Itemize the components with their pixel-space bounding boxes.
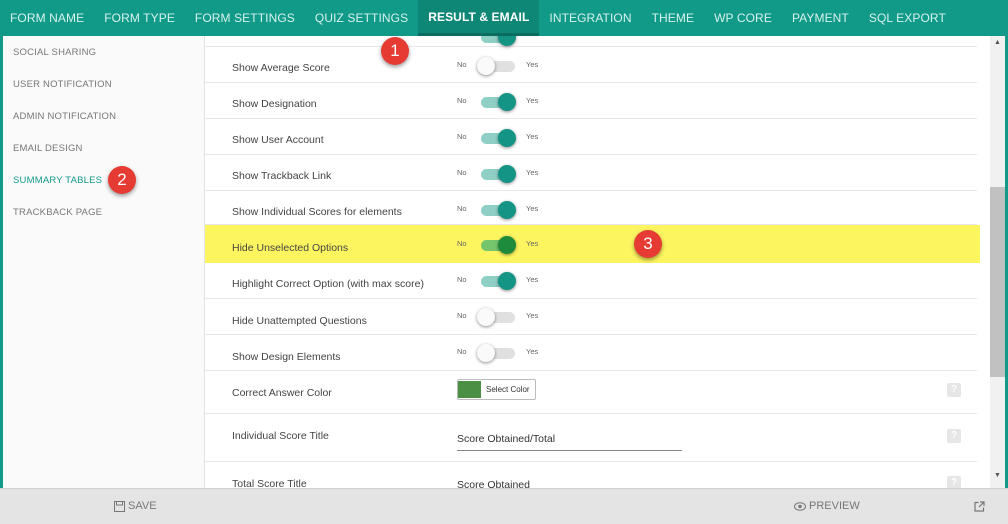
toggle-yes-label: Yes — [526, 347, 539, 356]
sidebar-item-admin-notification[interactable]: ADMIN NOTIFICATION — [3, 101, 204, 133]
toggle-knob — [498, 93, 516, 111]
setting-label: Hide Unselected Options — [232, 242, 349, 254]
toggle-no-label: No — [457, 60, 467, 69]
tab-wp-core[interactable]: WP CORE — [704, 0, 782, 36]
setting-row-show-design-elements: Show Design Elements No Yes — [205, 335, 977, 371]
sidebar: SOCIAL SHARING USER NOTIFICATION ADMIN N… — [3, 36, 205, 488]
toggle-no-label: No — [457, 132, 467, 141]
tab-form-name[interactable]: FORM NAME — [0, 0, 94, 36]
total-score-title-input[interactable]: Score Obtained — [457, 478, 682, 488]
annotation-badge-3: 3 — [634, 230, 662, 258]
sidebar-item-trackback-page[interactable]: TRACKBACK PAGE — [3, 197, 204, 229]
help-icon[interactable]: ? — [947, 383, 961, 397]
setting-row-correct-answer-color: Correct Answer Color Select Color ? — [205, 371, 977, 414]
tab-form-settings[interactable]: FORM SETTINGS — [185, 0, 305, 36]
setting-row-show-average-score: Show Average Score No Yes — [205, 47, 977, 83]
tab-quiz-settings[interactable]: QUIZ SETTINGS — [305, 0, 418, 36]
toggle-yes-label: Yes — [526, 275, 539, 284]
toggle-knob — [498, 129, 516, 147]
settings-row-partial — [205, 36, 977, 47]
sidebar-item-summary-tables[interactable]: SUMMARY TABLES — [3, 165, 204, 197]
footer-bar: SAVE PREVIEW — [0, 488, 1008, 524]
toggle-yes-label: Yes — [526, 239, 539, 248]
help-icon[interactable]: ? — [947, 476, 961, 488]
top-nav: FORM NAME FORM TYPE FORM SETTINGS QUIZ S… — [0, 0, 1008, 36]
setting-label: Total Score Title — [232, 478, 307, 488]
help-icon[interactable]: ? — [947, 429, 961, 443]
toggle-no-label: No — [457, 168, 467, 177]
setting-row-show-designation: Show Designation No Yes — [205, 83, 977, 119]
toggle-knob — [498, 272, 516, 290]
preview-button[interactable]: PREVIEW — [794, 489, 860, 524]
tab-form-type[interactable]: FORM TYPE — [94, 0, 185, 36]
setting-label: Show Trackback Link — [232, 170, 332, 182]
setting-row-show-user-account: Show User Account No Yes — [205, 119, 977, 155]
toggle-knob — [477, 308, 495, 326]
external-link-icon — [974, 501, 985, 512]
toggle-yes-label: Yes — [526, 132, 539, 141]
toggle-knob — [477, 344, 495, 362]
setting-label: Show Designation — [232, 98, 317, 110]
setting-label: Correct Answer Color — [232, 387, 332, 399]
toggle-no-label: No — [457, 96, 467, 105]
setting-row-highlight-correct-option: Highlight Correct Option (with max score… — [205, 263, 977, 299]
save-button[interactable]: SAVE — [114, 489, 157, 524]
setting-label: Show Individual Scores for elements — [232, 206, 402, 218]
select-color-button[interactable]: Select Color — [457, 379, 536, 400]
toggle-yes-label: Yes — [526, 60, 539, 69]
scroll-up-arrow-icon[interactable]: ▲ — [994, 39, 1001, 46]
setting-label: Show Average Score — [232, 62, 330, 74]
toggle-knob — [498, 36, 516, 46]
setting-row-hide-unselected-options: Hide Unselected Options No Yes — [205, 225, 980, 263]
toggle-yes-label: Yes — [526, 96, 539, 105]
eye-icon — [794, 502, 806, 511]
toggle-no-label: No — [457, 239, 467, 248]
save-icon — [114, 501, 125, 512]
toggle-no-label: No — [457, 275, 467, 284]
select-color-label: Select Color — [486, 385, 530, 394]
tab-integration[interactable]: INTEGRATION — [539, 0, 641, 36]
settings-panel: Show Average Score No Yes Show Designati… — [205, 36, 990, 488]
toggle-knob — [498, 201, 516, 219]
tab-theme[interactable]: THEME — [642, 0, 705, 36]
tab-sql-export[interactable]: SQL EXPORT — [859, 0, 956, 36]
toggle-no-label: No — [457, 347, 467, 356]
preview-label: PREVIEW — [809, 500, 860, 512]
toggle-knob — [498, 165, 516, 183]
setting-row-show-individual-scores: Show Individual Scores for elements No Y… — [205, 191, 977, 225]
setting-row-show-trackback-link: Show Trackback Link No Yes — [205, 155, 977, 191]
setting-label: Highlight Correct Option (with max score… — [232, 278, 424, 290]
tab-payment[interactable]: PAYMENT — [782, 0, 859, 36]
individual-score-title-input[interactable]: Score Obtained/Total — [457, 432, 682, 451]
setting-label: Show Design Elements — [232, 351, 341, 363]
sidebar-item-email-design[interactable]: EMAIL DESIGN — [3, 133, 204, 165]
save-label: SAVE — [128, 500, 157, 512]
toggle-yes-label: Yes — [526, 168, 539, 177]
setting-label: Individual Score Title — [232, 430, 329, 442]
toggle-yes-label: Yes — [526, 311, 539, 320]
setting-row-total-score-title: Total Score Title Score Obtained ? — [205, 462, 977, 488]
toggle-no-label: No — [457, 311, 467, 320]
scrollbar-thumb[interactable] — [990, 187, 1005, 377]
input-value: Score Obtained/Total — [457, 433, 556, 445]
vertical-scrollbar[interactable]: ▲ ▼ — [990, 36, 1005, 488]
sidebar-item-social-sharing[interactable]: SOCIAL SHARING — [3, 37, 204, 69]
annotation-badge-1: 1 — [381, 37, 409, 65]
setting-row-individual-score-title: Individual Score Title Score Obtained/To… — [205, 414, 977, 462]
setting-label: Show User Account — [232, 134, 324, 146]
setting-label: Hide Unattempted Questions — [232, 315, 367, 327]
external-link-button[interactable] — [974, 489, 985, 524]
input-value: Score Obtained — [457, 479, 530, 488]
scroll-down-arrow-icon[interactable]: ▼ — [994, 472, 1001, 479]
annotation-badge-2: 2 — [108, 166, 136, 194]
toggle-no-label: No — [457, 204, 467, 213]
tab-result-email[interactable]: RESULT & EMAIL — [418, 0, 540, 36]
toggle-knob — [498, 236, 516, 254]
toggle-yes-label: Yes — [526, 204, 539, 213]
toggle-knob — [477, 57, 495, 75]
sidebar-item-user-notification[interactable]: USER NOTIFICATION — [3, 69, 204, 101]
setting-row-hide-unattempted-questions: Hide Unattempted Questions No Yes — [205, 299, 977, 335]
color-swatch — [458, 381, 481, 398]
